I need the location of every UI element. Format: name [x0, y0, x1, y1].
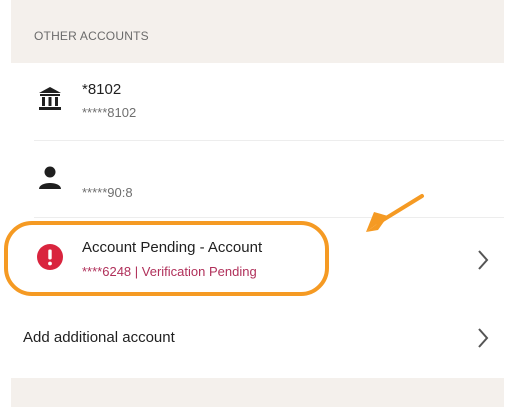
section-header-label: OTHER ACCOUNTS	[34, 29, 149, 43]
account-subtitle: *****90:8	[82, 185, 133, 200]
footer-band	[11, 378, 504, 407]
account-title: Account Pending - Account	[82, 239, 263, 256]
account-subtitle: ****6248 | Verification Pending	[82, 264, 257, 279]
annotation-arrow-icon	[360, 192, 430, 242]
chevron-right-icon	[476, 327, 490, 349]
person-icon	[37, 165, 63, 191]
account-subtitle: *****8102	[82, 105, 137, 120]
bank-icon	[37, 85, 63, 111]
chevron-right-icon	[476, 249, 490, 271]
account-title: *8102	[82, 81, 122, 98]
account-row-8102[interactable]: *8102 *****8102	[11, 63, 504, 141]
section-header: OTHER ACCOUNTS	[11, 0, 504, 63]
account-row-pending[interactable]: Account Pending - Account ****6248 | Ver…	[11, 218, 504, 300]
add-account-button[interactable]: Add additional account	[23, 329, 175, 346]
alert-icon	[37, 244, 63, 270]
account-row-9018[interactable]: *****90:8	[11, 141, 504, 218]
